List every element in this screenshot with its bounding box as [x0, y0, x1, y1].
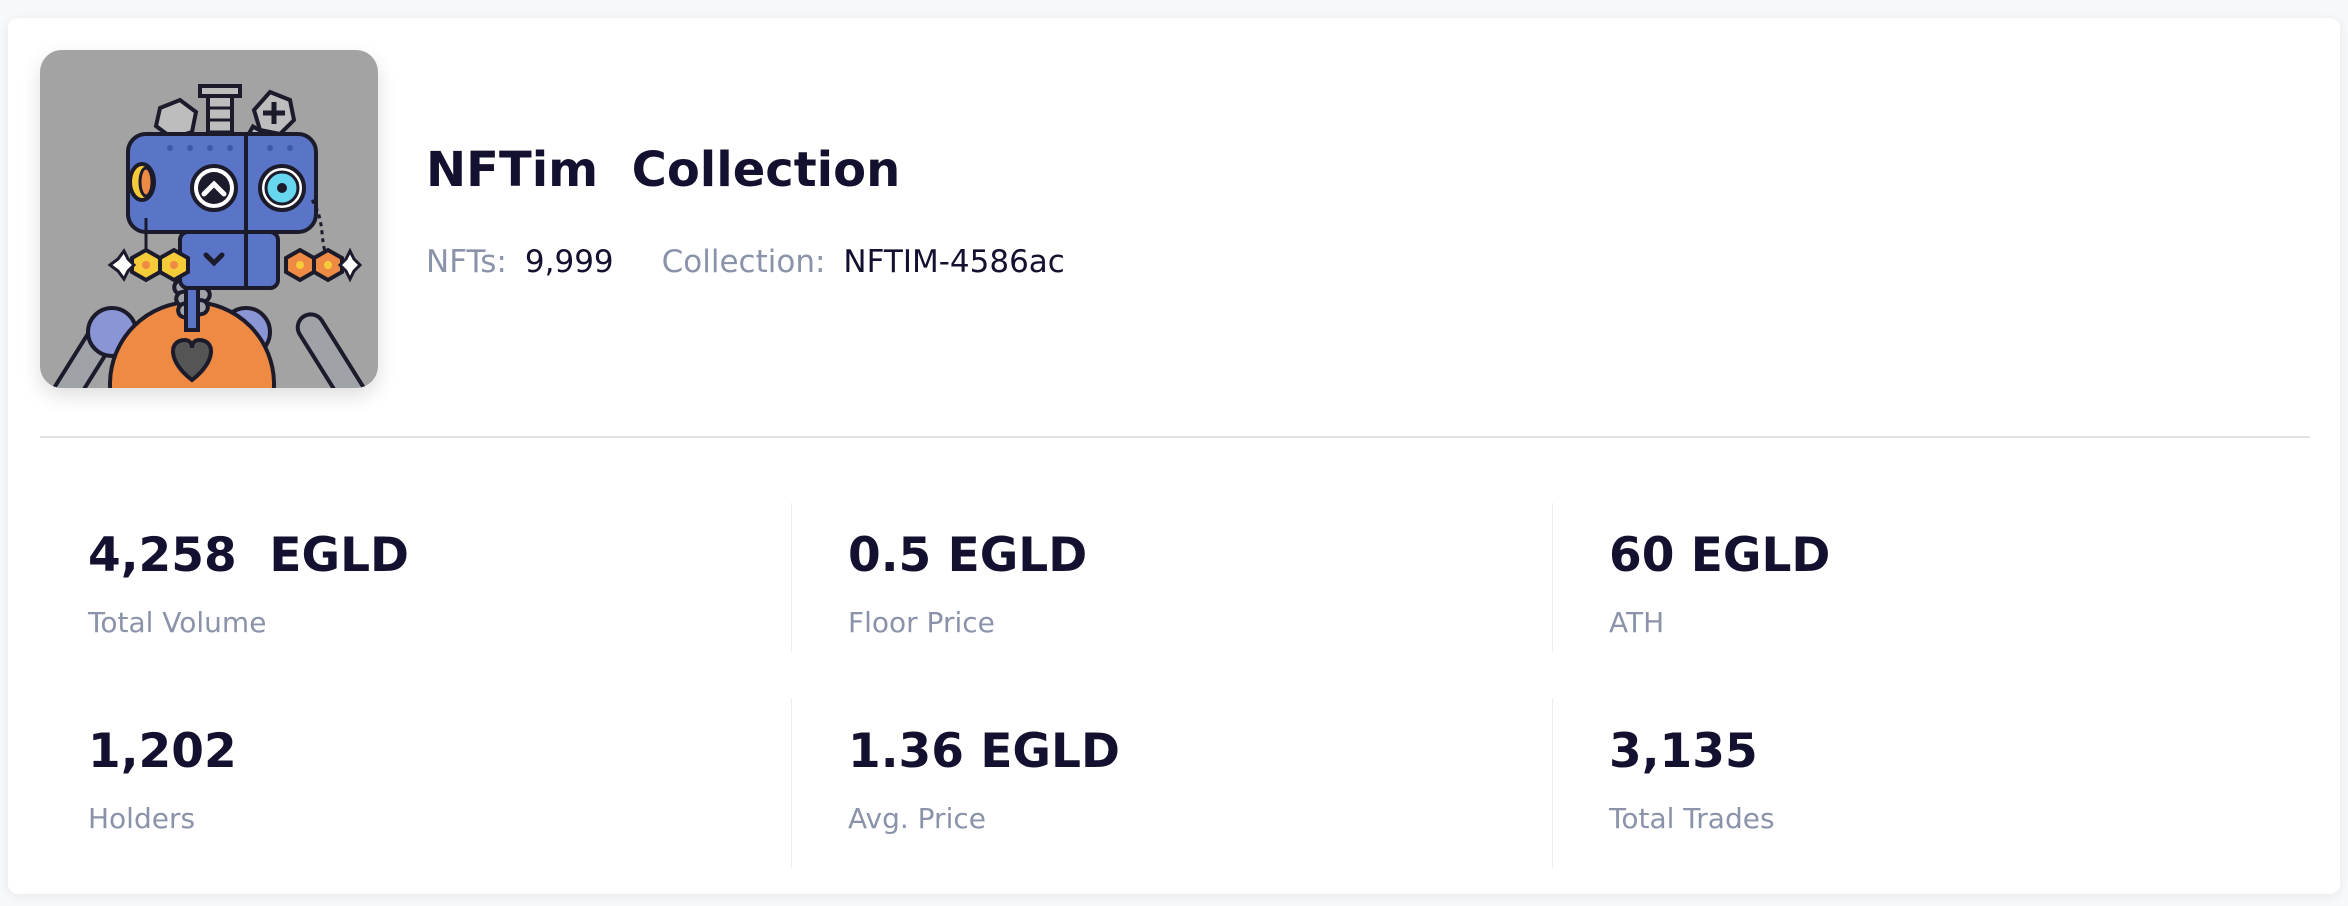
stat-avg-price: 1.36 EGLD Avg. Price — [848, 728, 1120, 833]
collection-title: NFTim Collection — [426, 142, 901, 198]
robot-nft-icon — [47, 84, 371, 388]
stat-holders: 1,202 Holders — [88, 728, 237, 833]
stat-label: Avg. Price — [848, 802, 986, 835]
nfts-count: 9,999 — [524, 244, 614, 280]
stat-value: 1.36 EGLD — [848, 724, 1120, 779]
stat-separator — [1552, 698, 1553, 868]
stat-label: Total Trades — [1609, 802, 1775, 835]
stat-label: Floor Price — [848, 606, 995, 639]
collection-meta: NFTs: 9,999 Collection: NFTIM-4586ac — [426, 244, 1065, 280]
stat-label: ATH — [1609, 606, 1665, 639]
stat-separator — [1552, 503, 1553, 653]
collection-card: NFTim Collection NFTs: 9,999 Collection: NF… — [8, 18, 2340, 894]
stat-value: 60 EGLD — [1609, 528, 1831, 583]
nfts-label: NFTs: — [426, 244, 507, 280]
stat-total-trades: 3,135 Total Trades — [1609, 728, 1775, 833]
collection-image — [40, 50, 378, 388]
stat-value: 0.5 EGLD — [848, 528, 1088, 583]
stat-ath: 60 EGLD ATH — [1609, 532, 1830, 637]
stat-separator — [791, 503, 792, 653]
stat-total-volume: 4,258 EGLD Total Volume — [88, 532, 409, 637]
stat-label: Holders — [88, 802, 196, 835]
header-divider — [40, 436, 2310, 438]
stat-label: Total Volume — [88, 606, 267, 639]
stat-value: 1,202 — [88, 724, 237, 779]
stat-floor-price: 0.5 EGLD Floor Price — [848, 532, 1087, 637]
collection-id[interactable]: NFTIM-4586ac — [843, 244, 1064, 280]
stat-value: 4,258 EGLD — [88, 528, 410, 583]
stat-value: 3,135 — [1609, 724, 1758, 779]
collection-id-label: Collection: — [661, 244, 826, 280]
stat-separator — [791, 698, 792, 868]
